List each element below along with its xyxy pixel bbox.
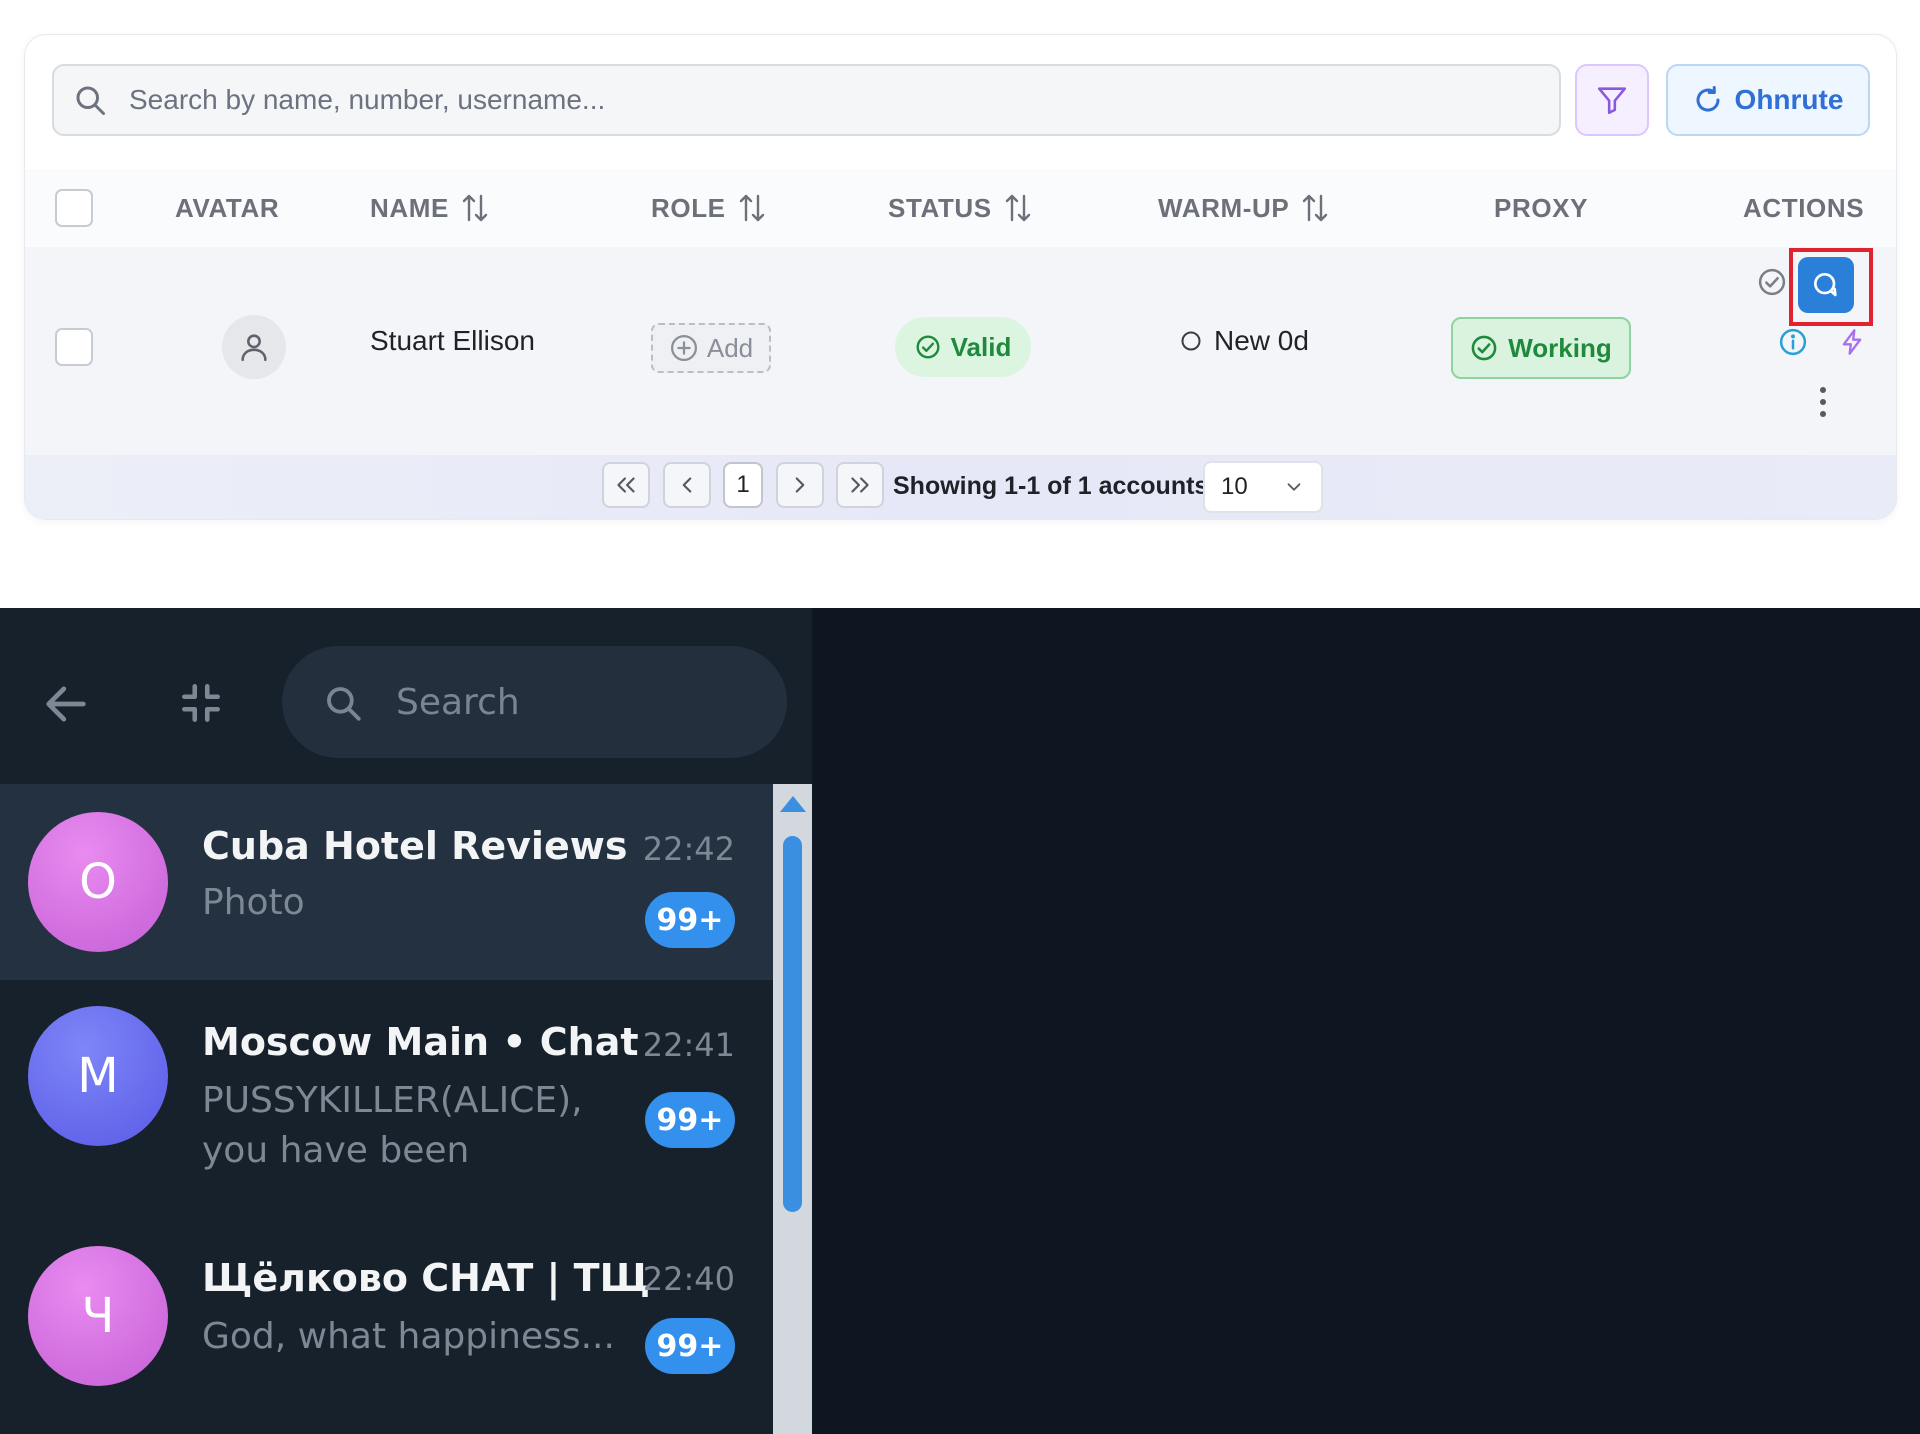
circle-icon: [1180, 330, 1202, 352]
unread-badge: 99+: [645, 1092, 735, 1148]
column-actions: ACTIONS: [1743, 169, 1864, 247]
back-arrow-icon[interactable]: [40, 678, 92, 730]
refresh-icon: [1693, 85, 1723, 115]
chat-icon: [1810, 269, 1842, 301]
info-icon[interactable]: [1778, 327, 1808, 357]
chat-time: 22:41: [642, 1026, 735, 1064]
chat-list-scrollbar[interactable]: [773, 784, 812, 1434]
row-checkbox[interactable]: [55, 328, 93, 366]
chat-last-message: Photo: [202, 882, 305, 923]
chat-content-area: [812, 608, 1920, 1434]
page-size-select[interactable]: 10: [1203, 461, 1323, 513]
column-warmup[interactable]: WARM-UP: [1158, 169, 1329, 247]
scrollbar-thumb[interactable]: [783, 836, 802, 1212]
chat-avatar: Ч: [28, 1246, 168, 1386]
more-vertical-icon[interactable]: [1811, 385, 1835, 419]
chat-search-box[interactable]: [282, 646, 787, 758]
check-circle-icon: [1470, 334, 1498, 362]
proxy-status-label: Working: [1508, 332, 1612, 363]
search-icon: [322, 682, 364, 724]
page-size-value: 10: [1221, 473, 1248, 500]
pagination-bar: 1 Showing 1-1 of 1 accounts 10: [25, 455, 1896, 519]
chevron-left-icon: [674, 472, 700, 498]
check-circle-icon: [915, 334, 941, 360]
scroll-up-arrow-icon[interactable]: [780, 796, 806, 812]
prev-page-button[interactable]: [663, 462, 711, 508]
table-row: Stuart Ellison Add Valid New 0d Working: [25, 247, 1896, 455]
sort-icon[interactable]: [1004, 193, 1032, 223]
plus-circle-icon: [669, 333, 699, 363]
column-avatar-label: AVATAR: [175, 192, 280, 223]
accounts-panel: Ohnrute AVATAR NAME ROLE STATUS WARM-UP …: [0, 0, 1920, 608]
chat-sidebar: O Cuba Hotel Reviews Photo 22:42 99+ M M…: [0, 608, 812, 1434]
chat-last-message: God, what happiness...: [202, 1316, 615, 1357]
chat-time: 22:42: [642, 830, 735, 868]
accounts-search-box[interactable]: [52, 64, 1561, 136]
chevron-down-icon: [1283, 476, 1305, 498]
sort-icon[interactable]: [1301, 193, 1329, 223]
lightning-icon[interactable]: [1838, 327, 1866, 357]
warmup-status: New 0d: [1180, 325, 1309, 357]
add-role-label: Add: [706, 332, 754, 363]
user-icon: [237, 330, 271, 364]
open-chat-button[interactable]: [1798, 257, 1854, 313]
refresh-button[interactable]: Ohnrute: [1666, 64, 1870, 136]
table-header: AVATAR NAME ROLE STATUS WARM-UP PROXY AC…: [25, 169, 1896, 247]
column-avatar: AVATAR: [175, 169, 279, 247]
filter-icon: [1595, 83, 1629, 117]
status-label: Valid: [950, 331, 1012, 362]
chat-avatar: O: [28, 812, 168, 952]
chevron-right-icon: [787, 472, 813, 498]
column-proxy: PROXY: [1494, 169, 1588, 247]
status-badge: Valid: [895, 317, 1031, 377]
chat-list-item[interactable]: Ч Щёлково CHAT | ТЩ God, what happiness.…: [0, 1218, 773, 1434]
unread-badge: 99+: [645, 892, 735, 948]
chat-time: 22:40: [642, 1260, 735, 1298]
chat-title: Cuba Hotel Reviews: [202, 824, 628, 868]
current-page-button[interactable]: 1: [723, 462, 763, 508]
column-warmup-label: WARM-UP: [1158, 192, 1290, 223]
column-name-label: NAME: [370, 192, 449, 223]
chevrons-left-icon: [613, 472, 639, 498]
filter-button[interactable]: [1575, 64, 1649, 136]
add-role-button[interactable]: Add: [651, 323, 771, 373]
chat-last-message: PUSSYKILLER(ALICE), you have been promot…: [202, 1080, 583, 1171]
column-status[interactable]: STATUS: [888, 169, 1032, 247]
refresh-label: Ohnrute: [1734, 84, 1844, 115]
unread-badge: 99+: [645, 1318, 735, 1374]
column-role[interactable]: ROLE: [651, 169, 766, 247]
proxy-status-badge: Working: [1451, 317, 1631, 379]
pagination-summary: Showing 1-1 of 1 accounts: [893, 472, 1209, 500]
last-page-button[interactable]: [836, 462, 884, 508]
column-proxy-label: PROXY: [1494, 192, 1589, 223]
chat-list-item[interactable]: M Moscow Main • Chat PUSSYKILLER(ALICE),…: [0, 982, 773, 1218]
chat-search-input[interactable]: [396, 646, 756, 758]
search-icon: [72, 82, 108, 118]
accounts-card: Ohnrute AVATAR NAME ROLE STATUS WARM-UP …: [24, 34, 1897, 520]
account-name: Stuart Ellison: [370, 325, 535, 356]
chat-title: Moscow Main • Chat: [202, 1020, 639, 1064]
next-page-button[interactable]: [776, 462, 824, 508]
telegram-window: O Cuba Hotel Reviews Photo 22:42 99+ M M…: [0, 608, 1920, 1434]
avatar: [222, 315, 286, 379]
column-status-label: STATUS: [888, 192, 992, 223]
first-page-button[interactable]: [602, 462, 650, 508]
check-action-icon[interactable]: [1757, 267, 1787, 297]
chat-list-item[interactable]: O Cuba Hotel Reviews Photo 22:42 99+: [0, 784, 773, 980]
sort-icon[interactable]: [738, 193, 766, 223]
sort-icon[interactable]: [461, 193, 489, 223]
column-role-label: ROLE: [651, 192, 726, 223]
collapse-icon[interactable]: [176, 678, 226, 728]
warmup-label: New 0d: [1214, 325, 1309, 356]
accounts-search-input[interactable]: [129, 66, 1529, 134]
column-name[interactable]: NAME: [370, 169, 489, 247]
select-all-checkbox[interactable]: [55, 189, 93, 227]
chevrons-right-icon: [847, 472, 873, 498]
chat-title: Щёлково CHAT | ТЩ: [202, 1256, 650, 1300]
column-actions-label: ACTIONS: [1743, 192, 1865, 223]
chat-avatar: M: [28, 1006, 168, 1146]
